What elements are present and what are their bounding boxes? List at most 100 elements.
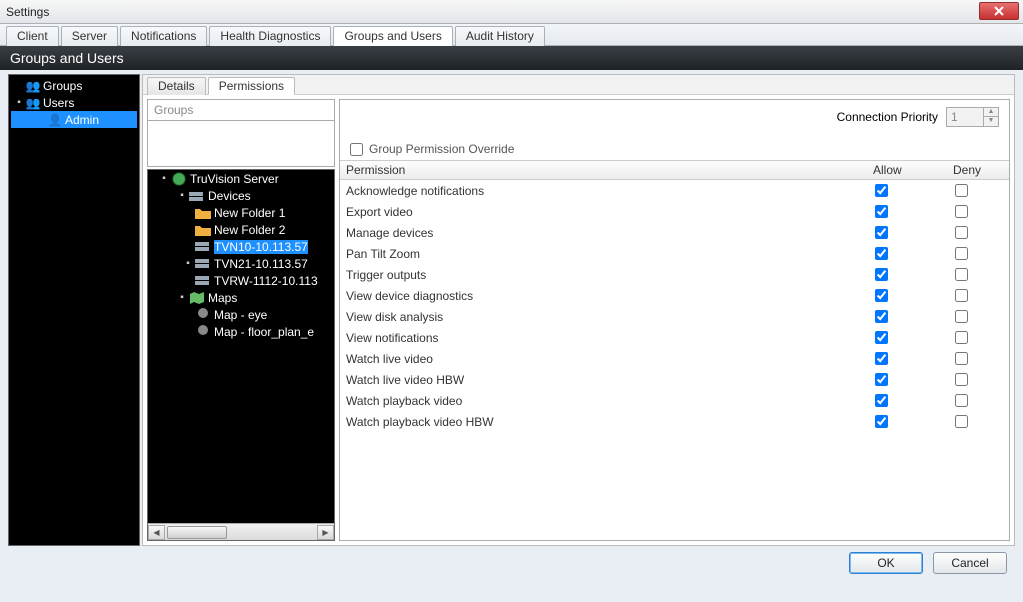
tree-item-map-floorplan[interactable]: Map - floor_plan_e [148,323,334,340]
deny-checkbox[interactable] [955,352,968,365]
tree-item-label: New Folder 2 [214,223,285,237]
permission-label: Manage devices [346,226,869,240]
deny-checkbox[interactable] [955,415,968,428]
tree-item-label: Map - eye [214,308,267,322]
tab-notifications[interactable]: Notifications [120,26,207,46]
permission-label: Pan Tilt Zoom [346,247,869,261]
device-icon [194,240,212,254]
deny-checkbox[interactable] [955,184,968,197]
horizontal-scrollbar[interactable]: ◀ ▶ [148,523,334,540]
permission-row: Manage devices [340,222,1009,243]
tab-server[interactable]: Server [61,26,118,46]
tab-groups-and-users[interactable]: Groups and Users [333,26,452,46]
deny-checkbox[interactable] [955,373,968,386]
permission-label: View disk analysis [346,310,869,324]
pin-icon [194,308,212,322]
device-icon [194,274,212,288]
deny-checkbox[interactable] [955,394,968,407]
tree-item-maps[interactable]: ▪ Maps [148,289,334,306]
tab-health-diagnostics[interactable]: Health Diagnostics [209,26,331,46]
allow-checkbox[interactable] [875,268,888,281]
scroll-track[interactable] [165,525,317,540]
tab-client[interactable]: Client [6,26,59,46]
deny-checkbox[interactable] [955,268,968,281]
allow-checkbox[interactable] [875,289,888,302]
permission-label: Watch playback video [346,394,869,408]
titlebar: Settings [0,0,1023,24]
subtab-details[interactable]: Details [147,77,206,95]
permission-row: Watch playback video [340,390,1009,411]
tree-item-folder-2[interactable]: New Folder 2 [148,221,334,238]
col-permission: Permission [340,161,869,179]
device-tree: ▪ TruVision Server ▪ Devices New Folder … [147,169,335,541]
deny-checkbox[interactable] [955,247,968,260]
permission-row: View device diagnostics [340,285,1009,306]
groups-icon: 👥 [25,79,41,93]
tree-item-tvrw[interactable]: TVRW-1112-10.113 [148,272,334,289]
subtab-permissions[interactable]: Permissions [208,77,295,95]
permission-label: Watch playback video HBW [346,415,869,429]
ok-button[interactable]: OK [849,552,923,574]
sidebar-item-users[interactable]: ▪ 👥 Users [11,94,137,111]
tree-item-devices[interactable]: ▪ Devices [148,187,334,204]
permission-row: Pan Tilt Zoom [340,243,1009,264]
permissions-panel: Connection Priority ▲ ▼ Grou [339,99,1010,541]
close-icon [994,6,1004,16]
tree-item-folder-1[interactable]: New Folder 1 [148,204,334,221]
deny-checkbox[interactable] [955,310,968,323]
deny-checkbox[interactable] [955,331,968,344]
allow-checkbox[interactable] [875,184,888,197]
allow-checkbox[interactable] [875,394,888,407]
permission-row: Watch live video [340,348,1009,369]
sidebar-item-admin[interactable]: 👤 Admin [11,111,137,128]
permission-row: Watch live video HBW [340,369,1009,390]
sub-tabs: Details Permissions [143,75,1014,95]
scroll-right-button[interactable]: ▶ [317,525,334,540]
deny-checkbox[interactable] [955,289,968,302]
connection-priority-input[interactable] [947,110,983,124]
allow-checkbox[interactable] [875,352,888,365]
tree-item-label: Maps [208,291,237,305]
tree-item-map-eye[interactable]: Map - eye [148,306,334,323]
allow-checkbox[interactable] [875,415,888,428]
users-label: Users [43,96,74,110]
permission-label: View device diagnostics [346,289,869,303]
allow-checkbox[interactable] [875,205,888,218]
collapse-icon: ▪ [13,97,25,108]
tree-item-tvn21[interactable]: ▪ TVN21-10.113.57 [148,255,334,272]
allow-checkbox[interactable] [875,373,888,386]
cancel-button[interactable]: Cancel [933,552,1007,574]
allow-checkbox[interactable] [875,226,888,239]
spinner-down[interactable]: ▼ [984,117,998,126]
close-button[interactable] [979,2,1019,20]
scroll-left-button[interactable]: ◀ [148,525,165,540]
tree-item-tvn10[interactable]: TVN10-10.113.57 [148,238,334,255]
groups-header: Groups [147,99,335,121]
allow-checkbox[interactable] [875,310,888,323]
allow-checkbox[interactable] [875,331,888,344]
sidebar-tree: 👥 Groups ▪ 👥 Users 👤 Admin [8,74,140,546]
scroll-thumb[interactable] [167,526,227,539]
device-icon [194,257,212,271]
tree-item-label: New Folder 1 [214,206,285,220]
permission-row: View disk analysis [340,306,1009,327]
connection-priority-label: Connection Priority [837,110,938,124]
tree-item-label: TruVision Server [190,172,279,186]
permission-label: Watch live video HBW [346,373,869,387]
sidebar-item-groups[interactable]: 👥 Groups [11,77,137,94]
groups-list[interactable] [147,121,335,167]
deny-checkbox[interactable] [955,226,968,239]
groups-label: Groups [43,79,82,93]
permission-row: Watch playback video HBW [340,411,1009,432]
connection-priority-spinner[interactable]: ▲ ▼ [946,107,999,127]
spinner-up[interactable]: ▲ [984,108,998,117]
pin-icon [194,325,212,339]
group-override-checkbox[interactable] [350,143,363,156]
collapse-icon: ▪ [158,173,170,184]
devices-icon [188,189,206,203]
tree-item-server[interactable]: ▪ TruVision Server [148,170,334,187]
deny-checkbox[interactable] [955,205,968,218]
allow-checkbox[interactable] [875,247,888,260]
tab-audit-history[interactable]: Audit History [455,26,545,46]
folder-icon [194,223,212,237]
